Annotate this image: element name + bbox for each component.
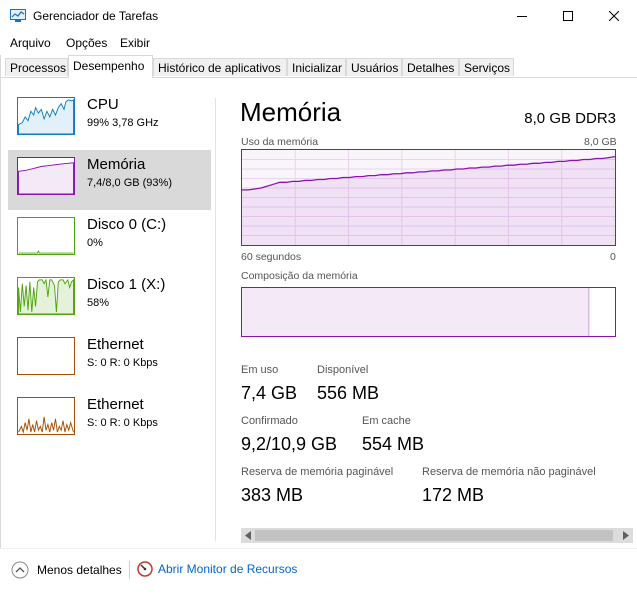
sidebar-item-ethernet-2[interactable]: Ethernet S: 0 R: 0 Kbps: [8, 390, 211, 450]
less-details-label: Menos detalhes: [37, 563, 122, 577]
sidebar-item-sub: S: 0 R: 0 Kbps: [87, 357, 158, 369]
sidebar-item-sub: S: 0 R: 0 Kbps: [87, 417, 158, 429]
close-button[interactable]: [591, 0, 637, 32]
task-manager-icon: [10, 9, 26, 22]
open-resource-monitor-link[interactable]: Abrir Monitor de Recursos: [137, 561, 297, 577]
sidebar-item-name: Disco 1 (X:): [87, 276, 166, 293]
stat-paged-pool-label: Reserva de memória paginável: [241, 466, 394, 478]
menu-bar: Arquivo Opções Exibir: [0, 33, 637, 53]
ethernet2-thumbnail-graph: [17, 397, 75, 435]
page-title: Memória: [240, 97, 342, 127]
sidebar-item-name: Ethernet: [87, 396, 144, 413]
window-title: Gerenciador de Tarefas: [33, 9, 159, 23]
sidebar-item-name: Disco 0 (C:): [87, 216, 167, 233]
sidebar-item-cpu[interactable]: CPU 99% 3,78 GHz: [8, 90, 211, 150]
horizontal-scrollbar[interactable]: [241, 528, 633, 543]
less-details-button[interactable]: Menos detalhes: [11, 561, 122, 579]
close-icon: [609, 11, 619, 21]
stat-nonpaged-pool-label: Reserva de memória não paginável: [422, 466, 596, 478]
sidebar-item-disco-1[interactable]: Disco 1 (X:) 58%: [8, 270, 211, 330]
sidebar-item-sub: 58%: [87, 297, 110, 309]
stat-in-use-label: Em uso: [241, 364, 279, 376]
scroll-left-icon[interactable]: [244, 531, 252, 540]
minimize-button[interactable]: [499, 0, 545, 32]
maximize-button[interactable]: [545, 0, 591, 32]
maximize-icon: [563, 11, 573, 21]
menu-opcoes[interactable]: Opções: [66, 36, 107, 50]
memory-usage-graph: [241, 149, 616, 246]
stat-committed-value: 9,2/10,9 GB: [241, 434, 338, 454]
stat-nonpaged-pool-value: 172 MB: [422, 485, 485, 505]
composition-free-segment[interactable]: [589, 288, 615, 336]
sidebar-divider: [215, 98, 216, 541]
sidebar-item-ethernet-1[interactable]: Ethernet S: 0 R: 0 Kbps: [8, 330, 211, 390]
title-bar[interactable]: Gerenciador de Tarefas: [0, 0, 637, 32]
composition-in-use-segment[interactable]: [242, 288, 589, 336]
stat-paged-pool-value: 383 MB: [241, 485, 304, 505]
scroll-right-icon[interactable]: [622, 531, 630, 540]
tab-historico[interactable]: Histórico de aplicativos: [153, 58, 287, 76]
usage-chart-max: 8,0 GB: [584, 136, 617, 148]
sidebar-item-sub: 99% 3,78 GHz: [87, 117, 159, 129]
tab-desempenho[interactable]: Desempenho: [68, 55, 153, 78]
memory-spec: 8,0 GB DDR3: [524, 110, 616, 127]
sidebar-item-name: CPU: [87, 96, 119, 113]
usage-chart-label: Uso da memória: [241, 136, 319, 148]
stat-cached-value: 554 MB: [362, 434, 425, 454]
chevron-up-circle-icon: [11, 561, 29, 579]
tab-usuarios[interactable]: Usuários: [346, 58, 402, 76]
memory-composition-graph: [241, 287, 616, 337]
sidebar-item-sub: 7,4/8,0 GB (93%): [87, 177, 172, 189]
disk0-thumbnail-graph: [17, 217, 75, 255]
memory-thumbnail-graph: [17, 157, 75, 195]
sidebar-item-name: Memória: [87, 156, 146, 173]
stat-available-value: 556 MB: [317, 383, 380, 403]
minimize-icon: [517, 16, 527, 17]
sidebar-item-name: Ethernet: [87, 336, 144, 353]
composition-label: Composição da memória: [241, 270, 358, 282]
usage-area: [242, 156, 615, 245]
stat-cached-label: Em cache: [362, 415, 411, 427]
time-axis-left: 60 segundos: [241, 251, 302, 263]
sidebar-item-disco-0[interactable]: Disco 0 (C:) 0%: [8, 210, 211, 270]
cpu-thumbnail-graph: [17, 97, 75, 135]
footer-divider: [129, 561, 130, 579]
disk1-thumbnail-graph: [17, 277, 75, 315]
sidebar-item-sub: 0%: [87, 237, 103, 249]
menu-exibir[interactable]: Exibir: [120, 36, 150, 50]
stat-in-use-value: 7,4 GB: [241, 383, 298, 403]
scrollbar-thumb[interactable]: [255, 530, 613, 541]
tab-detalhes[interactable]: Detalhes: [402, 58, 459, 76]
footer: Menos detalhes Abrir Monitor de Recursos: [0, 548, 637, 594]
time-axis-right: 0: [610, 251, 616, 263]
ethernet1-thumbnail-graph: [17, 337, 75, 375]
tab-bar: Processos Desempenho Histórico de aplica…: [0, 55, 637, 78]
open-resource-monitor-label: Abrir Monitor de Recursos: [158, 562, 298, 576]
tab-processos[interactable]: Processos: [5, 58, 68, 76]
tab-servicos[interactable]: Serviços: [459, 58, 514, 76]
menu-arquivo[interactable]: Arquivo: [10, 36, 51, 50]
window-left-edge: [0, 55, 1, 548]
stat-available-label: Disponível: [317, 364, 369, 376]
sidebar-item-memoria[interactable]: Memória 7,4/8,0 GB (93%): [8, 150, 211, 210]
tab-inicializar[interactable]: Inicializar: [287, 58, 346, 76]
stat-committed-label: Confirmado: [241, 415, 298, 427]
resource-monitor-icon: [137, 561, 153, 577]
